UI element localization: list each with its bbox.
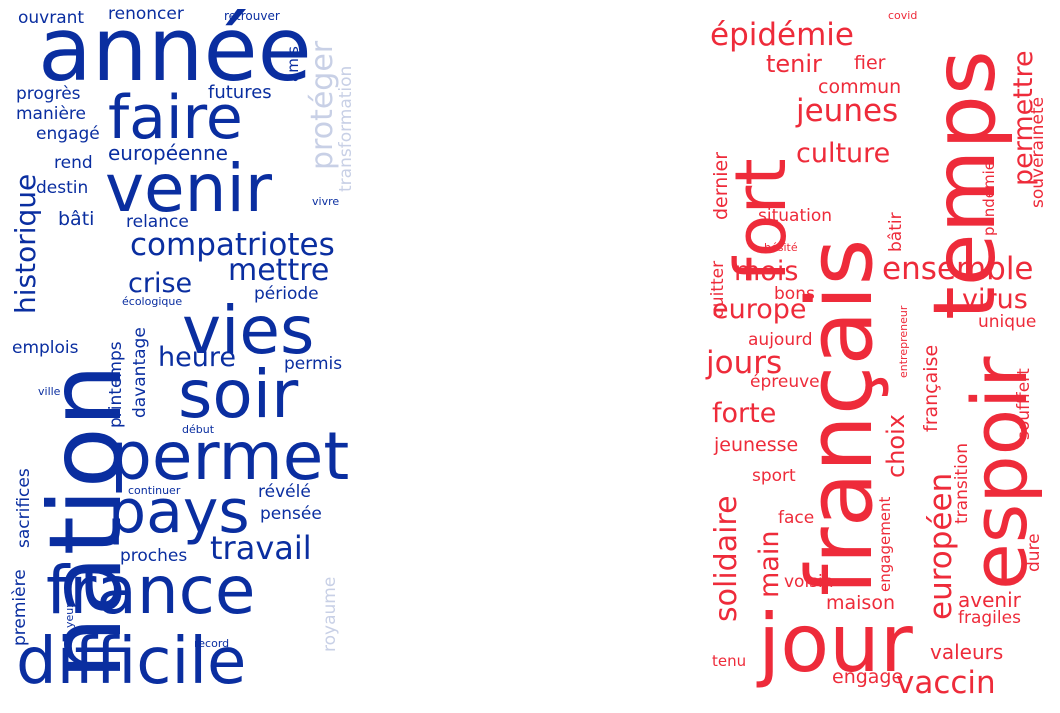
word: face <box>778 508 815 528</box>
word: mettre <box>228 253 330 288</box>
word: pandémie <box>980 161 998 236</box>
word: protéger <box>305 40 340 170</box>
word: engage <box>832 666 904 688</box>
word: jeunes <box>796 93 899 129</box>
word: travail <box>210 529 312 567</box>
word: européenne <box>108 141 228 165</box>
word: quitter <box>708 260 728 318</box>
word: yeux <box>63 601 76 628</box>
word: épreuve <box>750 372 820 392</box>
word: emplois <box>12 338 79 358</box>
word: heure <box>158 342 236 373</box>
word: situation <box>758 206 833 226</box>
word: continuer <box>128 484 181 497</box>
word: transition <box>952 443 972 524</box>
word: transformation <box>336 65 356 192</box>
word: tenu <box>712 652 747 670</box>
word-cloud-left: année faire venir nation vies soir perme… <box>0 0 370 713</box>
word: vivre <box>312 195 340 208</box>
word: progrès <box>16 84 81 104</box>
word: virus <box>962 284 1028 315</box>
word: vaccin <box>896 665 996 701</box>
word: soufffert <box>1014 368 1034 440</box>
word: rend <box>54 153 93 173</box>
word: fier <box>854 52 886 74</box>
word: permis <box>284 354 343 374</box>
word: crise <box>128 268 193 299</box>
word: france <box>46 552 256 629</box>
word: avenir <box>958 588 1021 612</box>
word: ville <box>38 385 61 398</box>
word: bons <box>774 284 815 304</box>
word: période <box>254 284 319 304</box>
word: pensée <box>260 504 322 524</box>
word: printemps <box>106 341 126 428</box>
word: engagement <box>876 496 894 592</box>
word: unique <box>978 312 1037 332</box>
word: première <box>10 569 30 646</box>
word: souveraineté <box>1028 96 1048 208</box>
word: écologique <box>122 295 183 308</box>
word: épidémie <box>710 17 854 53</box>
word: futures <box>208 82 272 103</box>
word: engagé <box>36 124 100 144</box>
word: fragiles <box>958 608 1021 628</box>
word: dernier <box>710 151 732 220</box>
word: commun <box>818 76 902 98</box>
word: destin <box>36 178 89 198</box>
word: choix <box>882 414 910 478</box>
word: mois <box>734 256 799 287</box>
word: jeunesse <box>714 434 799 456</box>
word: maison <box>826 592 895 614</box>
word: covid <box>888 9 918 22</box>
word: valeurs <box>930 640 1004 664</box>
word: tenir <box>766 50 822 78</box>
word: manière <box>16 104 87 124</box>
word: française <box>920 344 942 432</box>
word: proches <box>120 546 188 566</box>
word: forte <box>712 398 777 429</box>
word: record <box>194 637 230 650</box>
word: ensemble <box>882 251 1034 287</box>
word: révélé <box>258 482 311 502</box>
word: davantage <box>130 327 150 418</box>
word: bâti <box>58 208 95 230</box>
word: voisin <box>784 572 834 592</box>
word-cloud-right: temps français fort espoir jour épidémie… <box>700 0 1060 713</box>
word: entrepreneur <box>897 305 910 378</box>
word: relance <box>126 212 189 232</box>
word: ouvrant <box>18 8 85 28</box>
word: renoncer <box>108 4 184 24</box>
word: début <box>182 423 215 436</box>
word: retrouver <box>224 9 280 23</box>
word: solidaire <box>709 495 744 622</box>
word: royaume <box>320 576 340 652</box>
word: bâtir <box>886 212 906 252</box>
word: sacrifices <box>14 468 34 548</box>
word: dure <box>1024 533 1044 572</box>
word: culture <box>796 138 891 169</box>
word: hésité <box>764 241 798 254</box>
word: main <box>754 530 785 598</box>
word: amis <box>284 46 302 82</box>
word: sport <box>752 466 796 486</box>
